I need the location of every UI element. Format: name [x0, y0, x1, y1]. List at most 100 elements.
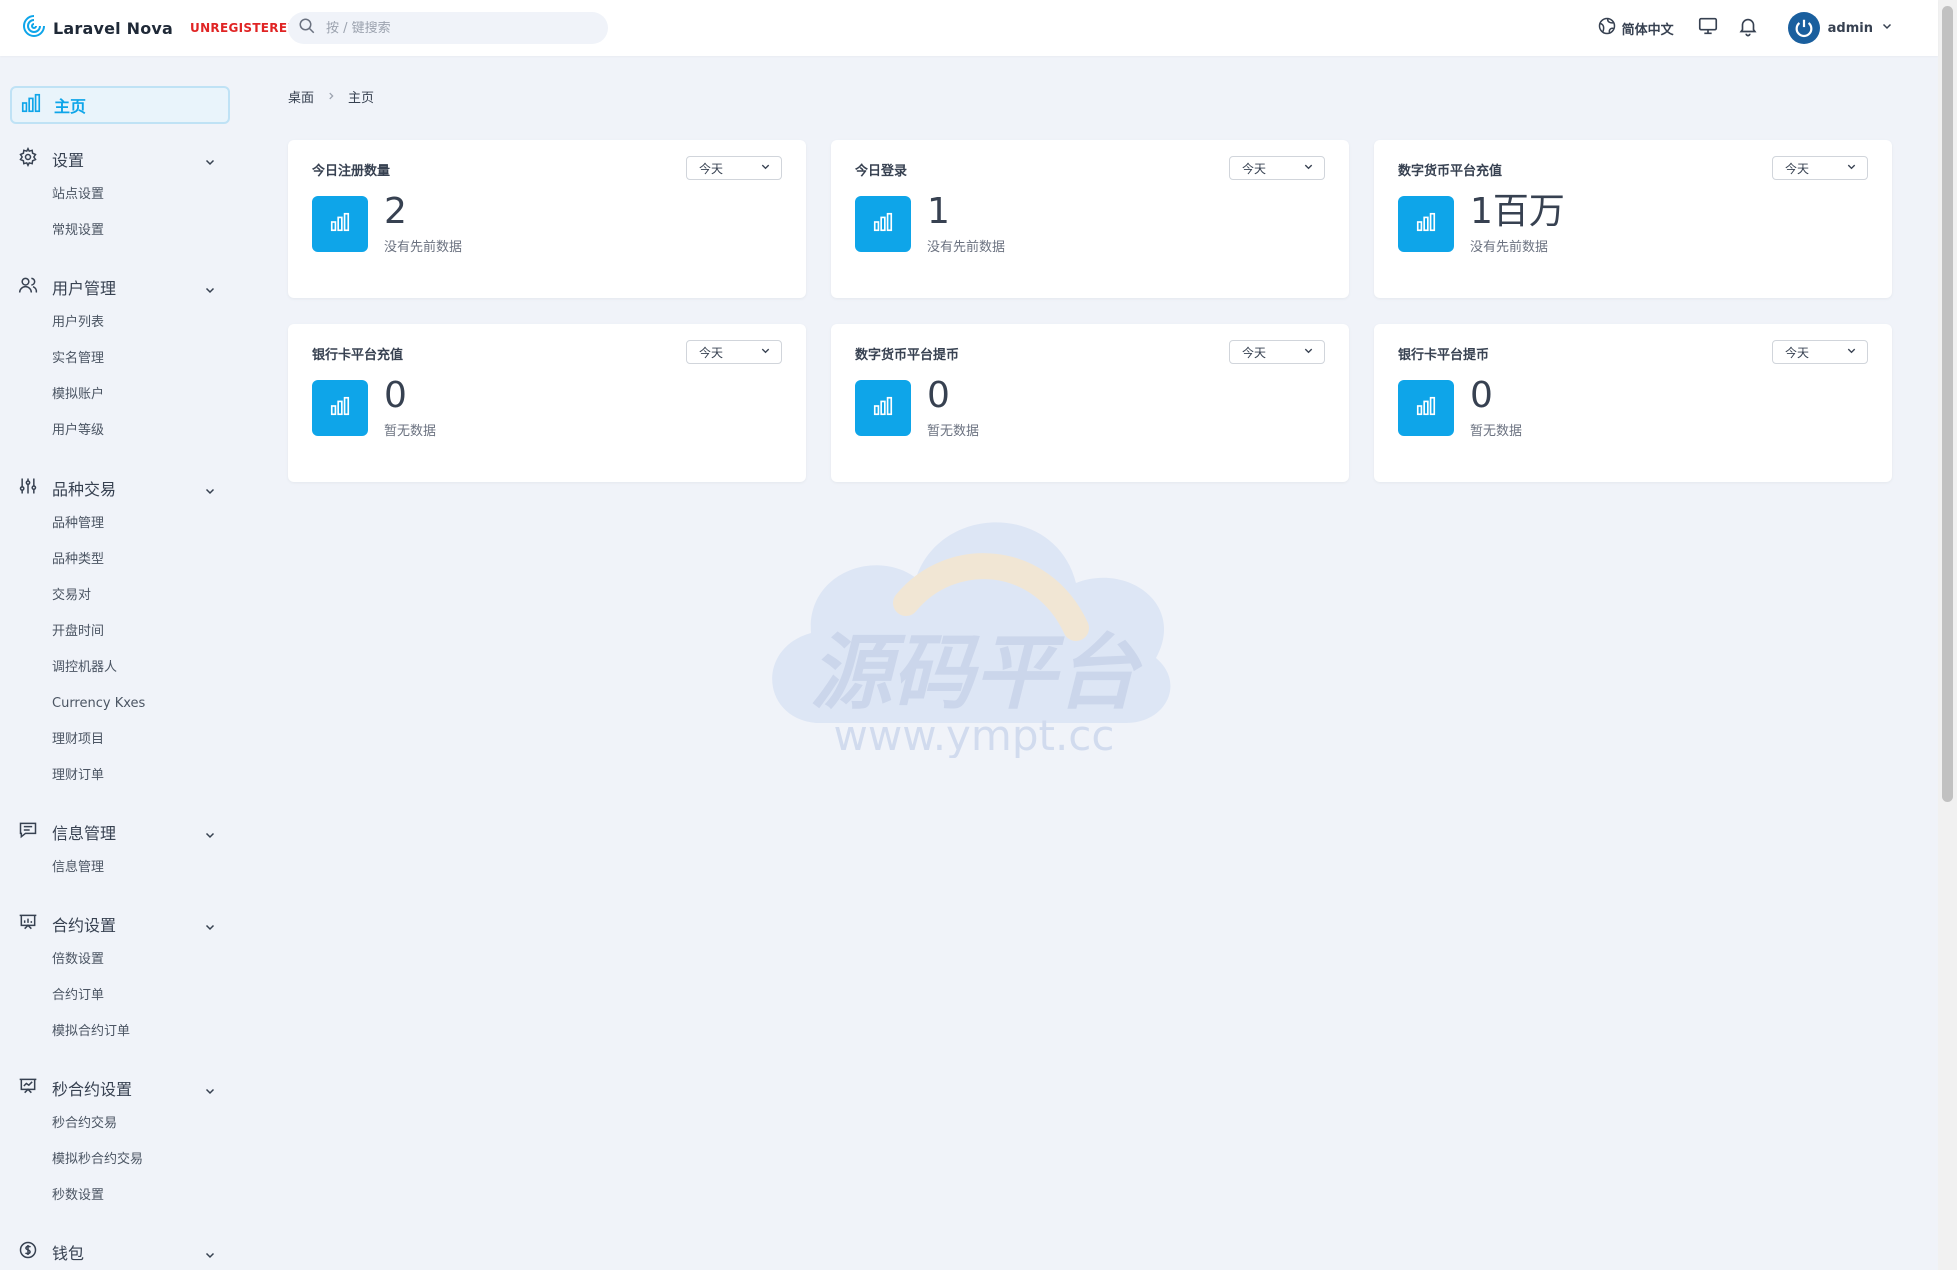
metric-card: 今日注册数量 今天 2 没有先前数据: [288, 140, 806, 298]
range-select[interactable]: 今天: [1229, 156, 1325, 180]
sidebar-item-symbol-types[interactable]: 品种类型: [0, 542, 240, 578]
avatar: [1787, 12, 1820, 44]
bar-chart-icon: [1415, 395, 1437, 421]
metric-title: 今日登录: [855, 164, 908, 179]
chevron-down-icon: [204, 1246, 216, 1265]
metric-icon-box: [855, 196, 911, 252]
notifications-button[interactable]: [1734, 14, 1762, 42]
sidebar-group-toggle[interactable]: 钱包: [0, 1240, 240, 1264]
sidebar-item-demo-contract-orders[interactable]: 模拟合约订单: [0, 1014, 240, 1050]
sidebar-group-toggle[interactable]: 信息管理: [0, 820, 240, 844]
range-select[interactable]: 今天: [686, 340, 782, 364]
monitor-icon: [1697, 15, 1719, 41]
sidebar-group-users: 用户管理 用户列表 实名管理 模拟账户 用户等级: [0, 275, 240, 449]
range-select[interactable]: 今天: [1772, 156, 1868, 180]
range-select[interactable]: 今天: [1772, 340, 1868, 364]
scrollbar-thumb[interactable]: [1942, 6, 1953, 802]
metric-note: 暂无数据: [384, 424, 437, 439]
sidebar-group-toggle[interactable]: 设置: [0, 146, 240, 171]
sidebar-item-wealth-orders[interactable]: 理财订单: [0, 758, 240, 794]
metric-value: 1: [927, 191, 950, 232]
search-input[interactable]: [326, 20, 586, 36]
sidebar-group-toggle[interactable]: 秒合约设置: [0, 1076, 240, 1100]
sidebar-group-toggle[interactable]: 合约设置: [0, 912, 240, 936]
sidebar-item-user-list[interactable]: 用户列表: [0, 305, 240, 341]
sidebar-item-kyc[interactable]: 实名管理: [0, 341, 240, 377]
sidebar-group-wallet: 钱包: [0, 1240, 240, 1264]
sidebar-item-seconds-settings[interactable]: 秒数设置: [0, 1178, 240, 1214]
sidebar-item-currency-kxes[interactable]: Currency Kxes: [0, 686, 240, 722]
chevron-right-icon: [326, 90, 336, 104]
metric-icon-box: [1398, 380, 1454, 436]
chevron-down-icon: [760, 161, 771, 175]
language-switcher[interactable]: 简体中文: [1597, 16, 1674, 40]
sidebar-group-messages: 信息管理 信息管理: [0, 820, 240, 886]
metric-title: 数字货币平台提币: [855, 348, 960, 363]
watermark: 源码平台 www.ympt.cc: [756, 508, 1192, 760]
sidebar-item-leverage[interactable]: 倍数设置: [0, 942, 240, 978]
range-value: 今天: [699, 161, 724, 176]
sidebar-item-wealth-products[interactable]: 理财项目: [0, 722, 240, 758]
watermark-title: 源码平台: [810, 626, 1143, 721]
bar-chart-icon: [872, 395, 894, 421]
range-select[interactable]: 今天: [686, 156, 782, 180]
presentation-chart-line-icon: [18, 1076, 38, 1100]
search-icon: [298, 17, 316, 39]
metric-value: 1百万: [1470, 191, 1565, 232]
metric-card: 数字货币平台提币 今天 0 暂无数据: [831, 324, 1349, 482]
metric-icon-box: [312, 380, 368, 436]
bell-icon: [1737, 15, 1759, 41]
sidebar-item-general-settings[interactable]: 常规设置: [0, 213, 240, 249]
brand[interactable]: Laravel Nova UNREGISTERED: [22, 14, 298, 42]
sidebar-item-symbols[interactable]: 品种管理: [0, 506, 240, 542]
sidebar-group-second-contracts: 秒合约设置 秒合约交易 模拟秒合约交易 秒数设置: [0, 1076, 240, 1214]
sidebar-group-label: 用户管理: [52, 279, 117, 298]
sidebar-group-settings: 设置 站点设置 常规设置: [0, 146, 240, 249]
sidebar-group-trading: 品种交易 品种管理 品种类型 交易对 开盘时间 调控机器人 Currency K…: [0, 476, 240, 794]
sidebar-item-messages[interactable]: 信息管理: [0, 850, 240, 886]
sidebar-item-second-trades[interactable]: 秒合约交易: [0, 1106, 240, 1142]
breadcrumb: 桌面 主页: [288, 87, 374, 106]
sidebar-item-pairs[interactable]: 交易对: [0, 578, 240, 614]
watermark-url: www.ympt.cc: [834, 711, 1115, 758]
metric-note: 没有先前数据: [384, 240, 463, 255]
sidebar-item-demo-accounts[interactable]: 模拟账户: [0, 377, 240, 413]
chevron-down-icon: [760, 345, 771, 359]
sidebar-item-demo-second-trades[interactable]: 模拟秒合约交易: [0, 1142, 240, 1178]
metric-note: 没有先前数据: [1470, 240, 1549, 255]
sidebar-item-robot[interactable]: 调控机器人: [0, 650, 240, 686]
range-value: 今天: [1242, 161, 1267, 176]
sidebar-item-open-hours[interactable]: 开盘时间: [0, 614, 240, 650]
sidebar-item-contract-orders[interactable]: 合约订单: [0, 978, 240, 1014]
metric-card: 银行卡平台提币 今天 0 暂无数据: [1374, 324, 1892, 482]
range-select[interactable]: 今天: [1229, 340, 1325, 364]
range-value: 今天: [699, 345, 724, 360]
gear-icon: [18, 146, 38, 171]
nova-logo-icon: [22, 14, 46, 42]
sidebar-item-user-levels[interactable]: 用户等级: [0, 413, 240, 449]
metric-icon-box: [855, 380, 911, 436]
globe-icon: [1597, 16, 1617, 40]
bar-chart-icon: [872, 211, 894, 237]
metric-title: 数字货币平台充值: [1398, 164, 1503, 179]
sidebar-item-site-settings[interactable]: 站点设置: [0, 177, 240, 213]
chevron-down-icon: [1303, 161, 1314, 175]
sidebar-group-contracts: 合约设置 倍数设置 合约订单 模拟合约订单: [0, 912, 240, 1050]
user-menu[interactable]: admin: [1787, 12, 1893, 44]
range-value: 今天: [1785, 161, 1810, 176]
metric-value: 0: [927, 375, 950, 416]
chevron-down-icon: [204, 281, 216, 300]
global-search[interactable]: [288, 12, 608, 44]
metric-icon-box: [1398, 196, 1454, 252]
bar-chart-icon: [20, 92, 42, 118]
sidebar-item-home[interactable]: 主页: [10, 86, 230, 124]
chat-icon: [18, 820, 38, 844]
sidebar-group-toggle[interactable]: 品种交易: [0, 476, 240, 500]
range-value: 今天: [1785, 345, 1810, 360]
breadcrumb-link-dashboard[interactable]: 桌面: [288, 87, 314, 106]
range-value: 今天: [1242, 345, 1267, 360]
sidebar-group-toggle[interactable]: 用户管理: [0, 275, 240, 299]
chevron-down-icon: [1846, 345, 1857, 359]
theme-monitor-button[interactable]: [1694, 14, 1722, 42]
bar-chart-icon: [329, 395, 351, 421]
